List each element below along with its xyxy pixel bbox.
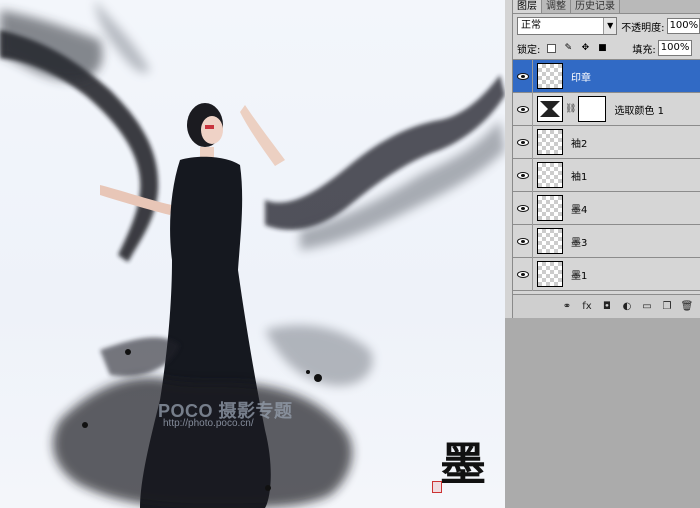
eye-icon xyxy=(516,138,529,146)
lock-transparent-icon[interactable] xyxy=(545,42,557,54)
artwork-canvas[interactable]: POCO 摄影专题 http://photo.poco.cn/ 墨 xyxy=(0,0,505,508)
adjustment-thumbnail xyxy=(537,96,563,122)
folder-icon[interactable]: ▭ xyxy=(640,300,654,314)
ink-artwork xyxy=(0,0,505,508)
layer-row[interactable]: 墨1 xyxy=(513,257,700,291)
seal-stamp xyxy=(432,481,442,493)
opacity-label: 不透明度: xyxy=(621,22,665,34)
eye-icon xyxy=(516,270,529,278)
layers-panel: 图层 调整 历史记录 正常 ▼ 不透明度: 100% 锁定: ✎ ✥ ■ 填充:… xyxy=(512,0,700,318)
mask-icon[interactable]: ◘ xyxy=(600,300,614,314)
layer-name: 墨4 xyxy=(571,204,588,216)
eye-icon xyxy=(516,237,529,245)
fx-icon[interactable]: fx xyxy=(580,300,594,314)
blend-mode-select[interactable]: 正常 ▼ xyxy=(517,17,618,35)
adjustment-icon[interactable]: ◐ xyxy=(620,300,634,314)
panel-tab-bar: 图层 调整 历史记录 xyxy=(513,0,700,14)
new-layer-icon[interactable]: ❐ xyxy=(660,300,674,314)
layer-name: 袖1 xyxy=(571,171,588,183)
visibility-toggle[interactable] xyxy=(513,224,533,258)
layer-thumbnail xyxy=(537,228,563,254)
fill-label: 填充: xyxy=(632,44,656,56)
layer-row[interactable]: 墨4 xyxy=(513,191,700,225)
layer-row[interactable]: 墨3 xyxy=(513,224,700,258)
layer-thumbnail xyxy=(537,261,563,287)
layer-row[interactable]: 印章 xyxy=(513,60,700,93)
layer-name: 袖2 xyxy=(571,138,588,150)
opacity-input[interactable]: 100% xyxy=(666,18,700,34)
blend-mode-value: 正常 xyxy=(521,20,541,31)
blend-row: 正常 ▼ 不透明度: 100% xyxy=(517,16,700,36)
lock-row: 锁定: ✎ ✥ ■ 填充: 100% xyxy=(517,38,700,58)
visibility-toggle[interactable] xyxy=(513,125,533,159)
chevron-down-icon: ▼ xyxy=(603,18,617,34)
visibility-toggle[interactable] xyxy=(513,60,533,93)
link-icon[interactable]: ⚭ xyxy=(560,300,574,314)
layer-thumbnail xyxy=(537,195,563,221)
eye-icon xyxy=(516,72,529,80)
layer-name: 墨1 xyxy=(571,270,588,282)
lock-move-icon[interactable]: ✥ xyxy=(579,42,591,54)
visibility-toggle[interactable] xyxy=(513,191,533,225)
layer-row[interactable]: 袖1 xyxy=(513,158,700,192)
calligraphy-character: 墨 xyxy=(440,437,486,491)
fill-input[interactable]: 100% xyxy=(657,40,692,56)
layer-thumbnail xyxy=(537,162,563,188)
layer-name: 墨3 xyxy=(571,237,588,249)
workspace-background xyxy=(505,318,700,508)
lock-label: 锁定: xyxy=(517,44,541,56)
eye-icon xyxy=(516,171,529,179)
layer-row[interactable]: ⛓ 选取颜色 1 xyxy=(513,92,700,126)
layer-list: 印章 ⛓ 选取颜色 1 袖2 袖1 墨4 墨3 墨1 xyxy=(513,59,700,294)
visibility-toggle[interactable] xyxy=(513,158,533,192)
eye-icon xyxy=(516,204,529,212)
link-icon[interactable]: ⛓ xyxy=(565,104,576,114)
visibility-toggle[interactable] xyxy=(513,257,533,291)
layer-name: 印章 xyxy=(571,72,591,84)
eye-icon xyxy=(516,105,529,113)
layer-row[interactable]: 袖2 xyxy=(513,125,700,159)
lock-all-icon[interactable]: ■ xyxy=(596,42,608,54)
layers-toolbar: ⚭ fx ◘ ◐ ▭ ❐ 🗑 xyxy=(513,294,700,318)
watermark-url: http://photo.poco.cn/ xyxy=(163,418,254,429)
visibility-toggle[interactable] xyxy=(513,92,533,126)
layer-thumbnail xyxy=(537,129,563,155)
tab-history[interactable]: 历史记录 xyxy=(571,0,620,13)
tab-layers[interactable]: 图层 xyxy=(513,0,542,13)
lock-brush-icon[interactable]: ✎ xyxy=(562,42,574,54)
layer-thumbnail xyxy=(537,63,563,89)
trash-icon[interactable]: 🗑 xyxy=(680,300,694,314)
mask-thumbnail xyxy=(578,96,607,122)
layer-name: 选取颜色 1 xyxy=(614,105,664,117)
tab-adjustments[interactable]: 调整 xyxy=(542,0,571,13)
